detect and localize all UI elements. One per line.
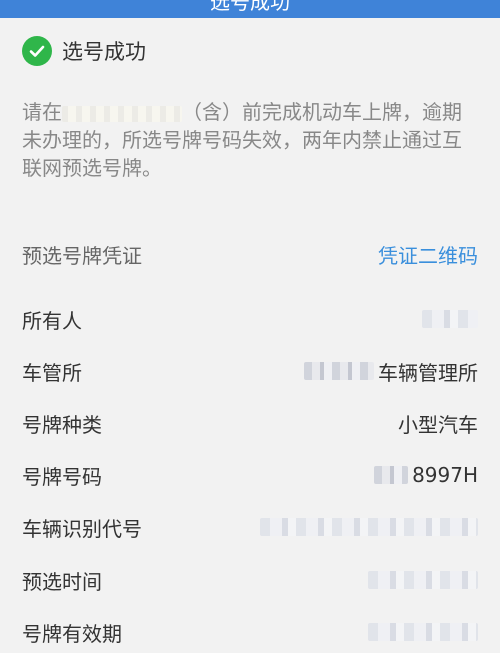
certificate-label: 预选号牌凭证 xyxy=(22,243,142,268)
plate-type-value: 小型汽车 xyxy=(398,412,478,437)
select-time-label: 预选时间 xyxy=(22,569,102,594)
plate-type-row: 号牌种类 小型汽车 xyxy=(22,403,478,443)
top-bar-title: 选号成功 xyxy=(210,0,290,14)
select-time-row: 预选时间 xyxy=(22,560,478,600)
office-value: 车辆管理所 xyxy=(304,357,478,386)
success-label: 选号成功 xyxy=(62,40,146,64)
office-row: 车管所 车辆管理所 xyxy=(22,351,478,391)
office-label: 车管所 xyxy=(22,360,82,385)
office-value-text: 车辆管理所 xyxy=(378,360,478,385)
owner-value xyxy=(422,310,478,328)
redacted-select-time xyxy=(368,571,478,589)
qr-code-link[interactable]: 凭证二维码 xyxy=(378,240,478,269)
plate-number-value: 8997H xyxy=(374,463,478,487)
validity-row: 号牌有效期 xyxy=(22,612,478,652)
owner-label: 所有人 xyxy=(22,308,82,333)
validity-value xyxy=(368,623,478,641)
plate-number-row: 号牌号码 8997H xyxy=(22,455,478,495)
notice-prefix: 请在 xyxy=(22,100,62,124)
redacted-plate-prefix xyxy=(374,466,409,484)
redacted-validity xyxy=(368,623,478,641)
vin-row: 车辆识别代号 xyxy=(22,507,478,547)
validity-label: 号牌有效期 xyxy=(22,621,122,646)
top-bar: 选号成功 xyxy=(0,0,500,18)
redacted-vin xyxy=(260,518,478,536)
redacted-office xyxy=(304,362,374,380)
plate-number-text: 8997H xyxy=(412,463,478,487)
redacted-date xyxy=(62,105,182,122)
vin-label: 车辆识别代号 xyxy=(22,516,142,541)
certificate-row: 预选号牌凭证 凭证二维码 xyxy=(22,234,478,274)
plate-number-label: 号牌号码 xyxy=(22,464,102,489)
plate-type-label: 号牌种类 xyxy=(22,412,102,437)
check-circle-icon xyxy=(22,36,52,66)
select-time-value xyxy=(368,571,478,589)
owner-row: 所有人 xyxy=(22,299,478,339)
notice-text: 请在 （含）前完成机动车上牌，逾期未办理的，所选号牌号码失效，两年内禁止通过互联网… xyxy=(22,98,480,182)
vin-value xyxy=(260,518,478,536)
success-status: 选号成功 xyxy=(22,34,146,68)
redacted-owner xyxy=(422,310,478,328)
